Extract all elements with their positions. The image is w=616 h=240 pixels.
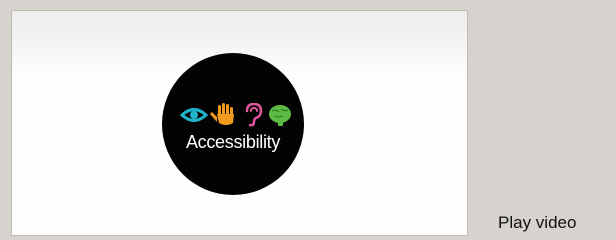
eye-icon [179,108,209,122]
badge-icons [179,103,291,127]
play-video-link[interactable]: Play video [498,213,576,233]
badge-label: Accessibility [185,132,281,152]
brain-icon [269,105,291,126]
video-thumbnail[interactable]: Accessibility [11,10,468,236]
hand-icon [210,103,234,125]
page: Accessibility Play video [0,0,616,240]
ear-icon [245,103,263,127]
accessibility-badge: Accessibility [162,53,304,195]
